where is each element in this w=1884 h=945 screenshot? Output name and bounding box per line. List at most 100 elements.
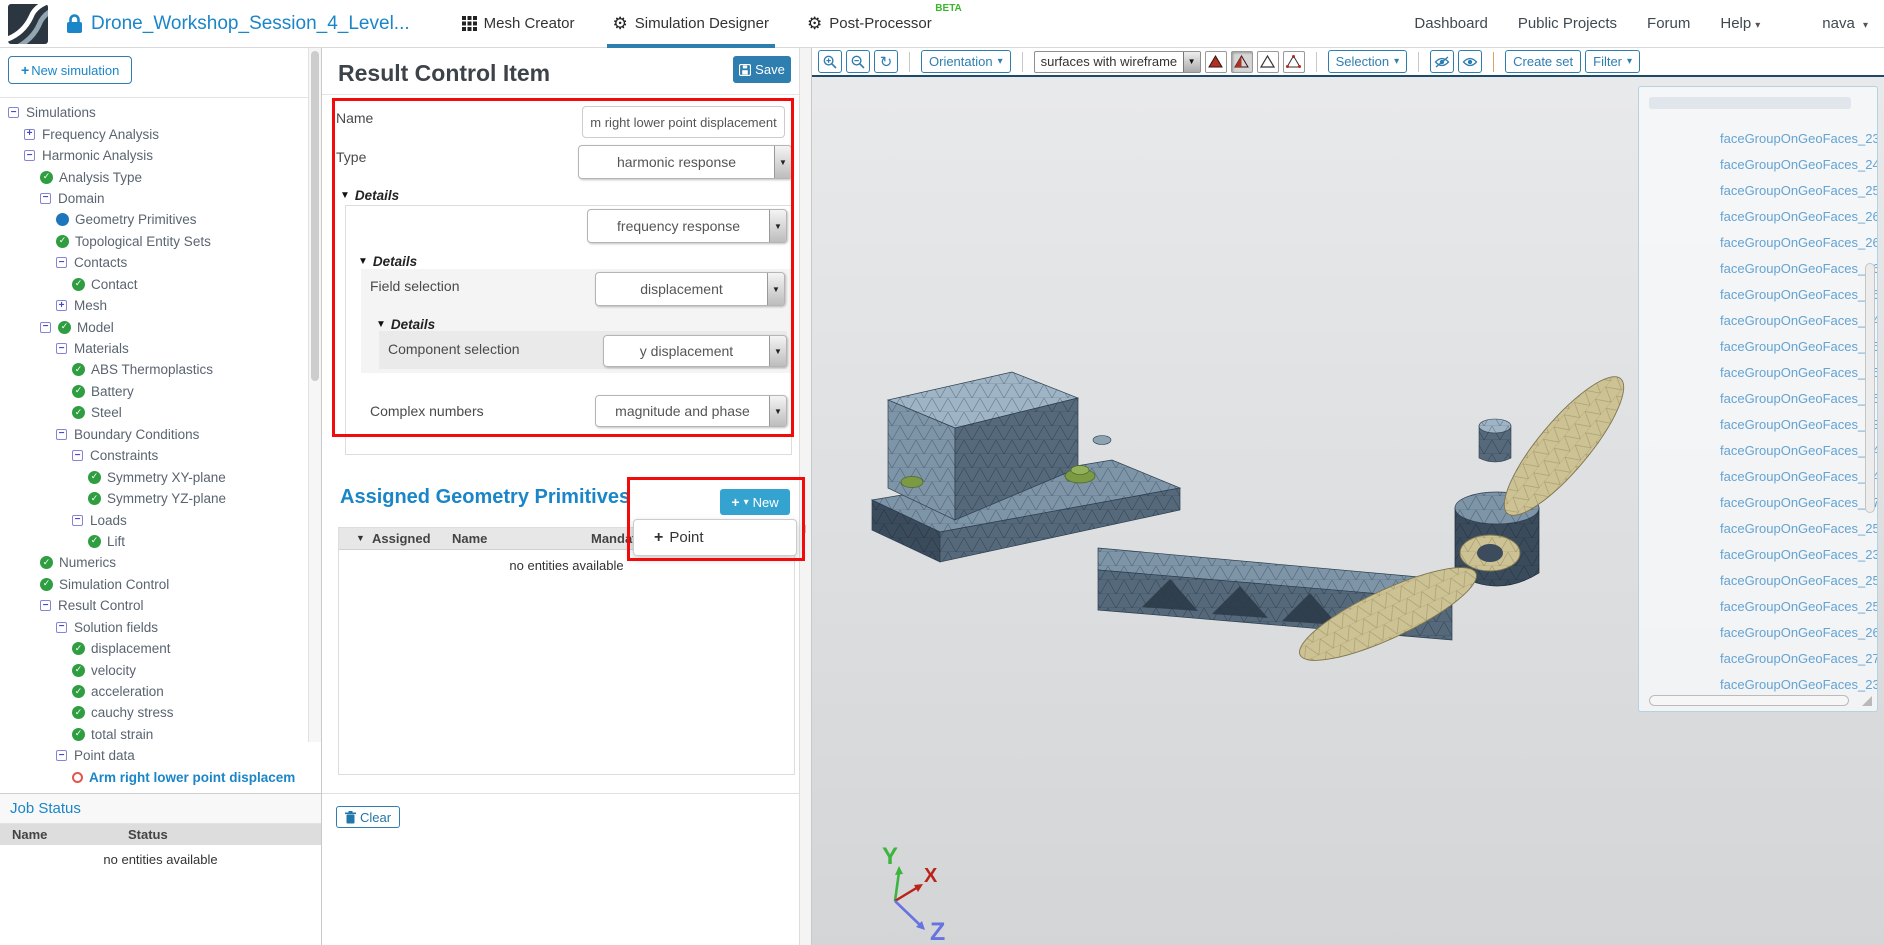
project-title[interactable]: Drone_Workshop_Session_4_Level... — [91, 13, 410, 35]
field-selection-select[interactable]: displacement ▼ — [595, 272, 785, 306]
refresh-view-button[interactable]: ↻ — [874, 50, 898, 73]
new-geometry-button[interactable]: + ▾ New — [720, 489, 790, 515]
tree-item-symmetry-xy-plane[interactable]: ✓ Symmetry XY-plane — [0, 466, 307, 487]
tab-mesh-creator[interactable]: Mesh Creator — [461, 0, 575, 48]
tab-post-processor[interactable]: ⚙ Post-Processor BETA — [807, 0, 962, 48]
tab-simulation-designer[interactable]: ⚙ Simulation Designer — [606, 0, 776, 48]
face-list-item[interactable]: faceGroupOnGeoFaces_255 — [1639, 385, 1877, 411]
simscale-logo-icon[interactable] — [8, 3, 48, 44]
details-header-1[interactable]: ▼ Details — [340, 188, 399, 203]
tree-item-loads[interactable]: − Loads — [0, 509, 307, 530]
clear-button[interactable]: Clear — [336, 806, 401, 828]
collapse-icon[interactable]: − — [40, 192, 51, 204]
tree-item-cauchy-stress[interactable]: ✓ cauchy stress — [0, 702, 307, 723]
tree-item-abs-thermoplastics[interactable]: ✓ ABS Thermoplastics — [0, 359, 307, 380]
tree-item-velocity[interactable]: ✓ velocity — [0, 659, 307, 680]
tree-item-topological-entity-sets[interactable]: ✓ Topological Entity Sets — [0, 231, 307, 252]
tree-item-contact[interactable]: ✓ Contact — [0, 274, 307, 295]
tree-item-frequency-analysis[interactable]: + Frequency Analysis — [0, 123, 307, 144]
nav-help[interactable]: Help ▾ — [1720, 15, 1760, 32]
tree-item-point-data[interactable]: − Point data — [0, 745, 307, 766]
scrollbar-thumb[interactable] — [311, 51, 319, 381]
tree-item-mesh[interactable]: + Mesh — [0, 295, 307, 316]
tree-item-symmetry-yz-plane[interactable]: ✓ Symmetry YZ-plane — [0, 488, 307, 509]
viewport-3d[interactable]: ↻ Orientation ▾ surfaces with wireframe … — [812, 48, 1884, 945]
collapse-icon[interactable]: − — [56, 750, 67, 762]
save-button[interactable]: Save — [733, 56, 791, 83]
sidebar-scrollbar[interactable] — [308, 48, 321, 742]
mesh-view-wire-button[interactable] — [1256, 50, 1279, 73]
tree-item-steel[interactable]: ✓ Steel — [0, 402, 307, 423]
face-list-item[interactable]: faceGroupOnGeoFaces_272 — [1639, 645, 1877, 671]
face-list-item[interactable]: faceGroupOnGeoFaces_237 — [1639, 671, 1877, 697]
face-list-item[interactable]: faceGroupOnGeoFaces_271 — [1639, 489, 1877, 515]
sort-arrow-icon[interactable]: ▼ — [356, 533, 365, 543]
collapse-icon[interactable]: − — [56, 621, 67, 633]
tree-item-total-strain[interactable]: ✓ total strain — [0, 724, 307, 745]
face-list-item[interactable]: faceGroupOnGeoFaces_256 — [1639, 593, 1877, 619]
mesh-view-points-button[interactable] — [1282, 50, 1305, 73]
face-panel-vscrollbar[interactable] — [1865, 263, 1875, 513]
selection-button[interactable]: Selection ▾ — [1327, 50, 1408, 73]
tree-item-acceleration[interactable]: ✓ acceleration — [0, 681, 307, 702]
details-header-3[interactable]: ▼ Details — [376, 317, 435, 332]
face-panel-hscrollbar[interactable] — [1649, 695, 1849, 706]
render-mode-select[interactable]: surfaces with wireframe ▼ — [1033, 50, 1201, 73]
tree-item-simulations[interactable]: − Simulations — [0, 102, 307, 123]
type-select[interactable]: harmonic response ▼ — [578, 145, 792, 179]
complex-numbers-select[interactable]: magnitude and phase ▼ — [595, 395, 787, 427]
nav-public-projects[interactable]: Public Projects — [1518, 15, 1617, 32]
hide-selected-button[interactable] — [1430, 50, 1455, 73]
face-list-item[interactable]: faceGroupOnGeoFaces_245 — [1639, 307, 1877, 333]
zoom-out-button[interactable] — [846, 50, 870, 73]
tree-item-battery[interactable]: ✓ Battery — [0, 381, 307, 402]
tree-item-result-control[interactable]: − Result Control — [0, 595, 307, 616]
create-set-button[interactable]: Create set — [1505, 50, 1582, 73]
tree-item-harmonic-analysis[interactable]: − Harmonic Analysis — [0, 145, 307, 166]
splitter-grip[interactable]: ‖ — [802, 524, 806, 536]
orientation-button[interactable]: Orientation ▾ — [921, 50, 1011, 73]
tree-item-analysis-type[interactable]: ✓ Analysis Type — [0, 166, 307, 187]
face-list-item[interactable]: faceGroupOnGeoFaces_253 — [1639, 359, 1877, 385]
face-list-item[interactable]: faceGroupOnGeoFaces_254 — [1639, 177, 1877, 203]
face-list-item[interactable]: faceGroupOnGeoFaces_240 — [1639, 437, 1877, 463]
details-header-2[interactable]: ▼ Details — [358, 254, 417, 269]
tree-item-simulation-control[interactable]: ✓ Simulation Control — [0, 574, 307, 595]
face-list-item[interactable]: faceGroupOnGeoFaces_235 — [1639, 541, 1877, 567]
component-selection-select[interactable]: y displacement ▼ — [603, 335, 787, 367]
zoom-fit-button[interactable] — [818, 50, 842, 73]
tree-item-domain[interactable]: − Domain — [0, 188, 307, 209]
tree-item-numerics[interactable]: ✓ Numerics — [0, 552, 307, 573]
collapse-icon[interactable]: − — [40, 321, 51, 333]
face-list-item[interactable]: faceGroupOnGeoFaces_265 — [1639, 281, 1877, 307]
filter-button[interactable]: Filter ▾ — [1585, 50, 1641, 73]
collapse-icon[interactable]: − — [56, 343, 67, 355]
new-simulation-button[interactable]: + New simulation — [8, 56, 133, 84]
face-list-item[interactable]: faceGroupOnGeoFaces_263 — [1639, 255, 1877, 281]
face-list-item[interactable]: faceGroupOnGeoFaces_266 — [1639, 203, 1877, 229]
name-input[interactable] — [582, 106, 785, 138]
tree-item-model[interactable]: − ✓ Model — [0, 316, 307, 337]
mesh-view-half-button[interactable] — [1230, 50, 1253, 73]
response-select[interactable]: frequency response ▼ — [587, 209, 787, 243]
collapse-icon[interactable]: − — [72, 514, 83, 526]
face-list-item[interactable]: faceGroupOnGeoFaces_250 — [1639, 515, 1877, 541]
tree-item-displacement[interactable]: ✓ displacement — [0, 638, 307, 659]
tree-item-geometry-primitives[interactable]: Geometry Primitives — [0, 209, 307, 230]
collapse-icon[interactable]: − — [56, 428, 67, 440]
collapse-icon[interactable]: − — [8, 107, 19, 119]
face-list-item[interactable]: faceGroupOnGeoFaces_251 — [1639, 567, 1877, 593]
nav-dashboard[interactable]: Dashboard — [1414, 15, 1487, 32]
face-list-clipped-row[interactable] — [1649, 97, 1851, 109]
collapse-icon[interactable]: − — [40, 600, 51, 612]
collapse-icon[interactable]: − — [56, 257, 67, 269]
face-list-item[interactable]: faceGroupOnGeoFaces_262 — [1639, 619, 1877, 645]
panel-scrollbar[interactable]: ‖ — [799, 48, 811, 945]
menu-item-point[interactable]: + Point — [654, 529, 704, 547]
expand-icon[interactable]: + — [24, 128, 35, 140]
face-list-item[interactable]: faceGroupOnGeoFaces_264 — [1639, 229, 1877, 255]
tree-item-lift[interactable]: ✓ Lift — [0, 531, 307, 552]
user-menu[interactable]: nava ▾ — [1822, 15, 1868, 32]
face-list-item[interactable]: faceGroupOnGeoFaces_236 — [1639, 125, 1877, 151]
show-selected-button[interactable] — [1458, 50, 1483, 73]
